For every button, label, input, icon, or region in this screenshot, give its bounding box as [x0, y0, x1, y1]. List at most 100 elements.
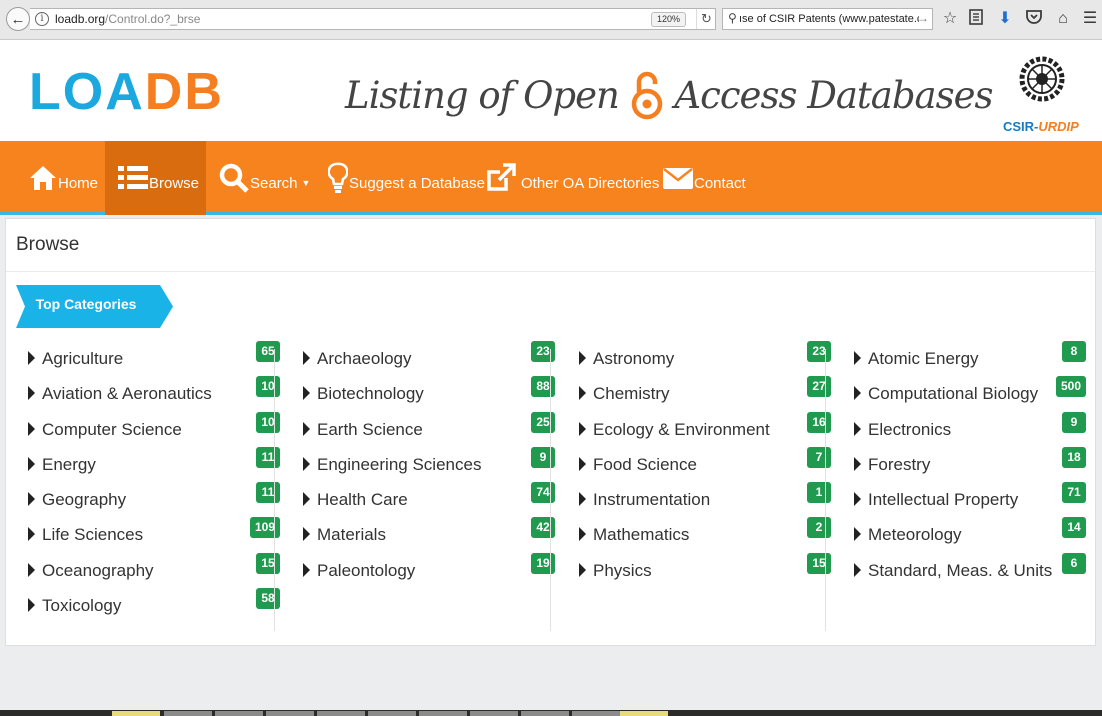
category-link[interactable]: Agriculture — [42, 349, 123, 369]
category-link[interactable]: Toxicology — [42, 596, 121, 616]
home-button-icon[interactable]: ⌂ — [1053, 9, 1073, 29]
bookmark-star-icon[interactable]: ☆ — [940, 9, 960, 29]
category-link[interactable]: Oceanography — [42, 561, 154, 581]
category-link[interactable]: Archaeology — [317, 349, 412, 369]
taskbar-item[interactable] — [215, 711, 263, 716]
taskbar-item[interactable] — [620, 711, 668, 716]
caret-right-icon — [579, 386, 586, 401]
category-link[interactable]: Physics — [593, 561, 652, 581]
category-item[interactable]: Standard, Meas. & Units 6 — [854, 552, 1086, 594]
category-link[interactable]: Mathematics — [593, 525, 689, 545]
category-item[interactable]: Astronomy 23 — [579, 341, 831, 382]
menu-icon[interactable]: ☰ — [1080, 9, 1100, 29]
taskbar-item[interactable] — [164, 711, 212, 716]
category-link[interactable]: Chemistry — [593, 384, 670, 404]
external-link-icon — [487, 163, 516, 191]
count-badge: 2 — [807, 517, 831, 539]
category-item[interactable]: Life Sciences 109 — [28, 517, 280, 558]
caret-right-icon — [854, 421, 861, 436]
category-item[interactable]: Aviation & Aeronautics 10 — [28, 376, 280, 417]
category-item[interactable]: Meteorology 14 — [854, 517, 1086, 558]
category-item[interactable]: Earth Science 25 — [303, 411, 555, 453]
download-icon[interactable]: ⬇ — [995, 9, 1015, 29]
loadb-logo[interactable]: LOADB — [29, 64, 224, 120]
category-link[interactable]: Instrumentation — [593, 490, 710, 510]
back-button[interactable]: ← — [6, 7, 30, 31]
taskbar-item[interactable] — [266, 711, 314, 716]
category-item[interactable]: Instrumentation 1 — [579, 482, 831, 523]
address-bar[interactable]: i loadb.org/Control.do?_brse 120% ↻ — [30, 8, 716, 30]
category-item[interactable]: Energy 11 — [28, 446, 280, 488]
category-item[interactable]: Food Science 7 — [579, 446, 831, 488]
category-item[interactable]: Atomic Energy 8 — [854, 341, 1086, 382]
category-link[interactable]: Earth Science — [317, 420, 423, 440]
taskbar-item[interactable] — [112, 711, 160, 716]
category-item[interactable]: Agriculture 65 — [28, 341, 280, 382]
category-link[interactable]: Meteorology — [868, 525, 962, 545]
search-go-icon[interactable]: → — [917, 11, 929, 25]
category-link[interactable]: Materials — [317, 525, 386, 545]
taskbar-item[interactable] — [368, 711, 416, 716]
column-divider — [825, 349, 826, 631]
category-link[interactable]: Food Science — [593, 455, 697, 475]
taskbar-item[interactable] — [317, 711, 365, 716]
nav-suggest-database[interactable]: Suggest a Database — [322, 141, 491, 215]
category-item[interactable]: Engineering Sciences 9 — [303, 446, 555, 488]
category-item[interactable]: Archaeology 23 — [303, 341, 555, 382]
category-link[interactable]: Electronics — [868, 420, 951, 440]
site-info-icon[interactable]: i — [35, 12, 49, 26]
nav-browse[interactable]: Browse — [105, 141, 206, 215]
category-item[interactable]: Biotechnology 88 — [303, 376, 555, 417]
category-item[interactable]: Geography 11 — [28, 482, 280, 523]
category-item[interactable]: Forestry 18 — [854, 446, 1086, 488]
count-badge: 27 — [807, 376, 831, 398]
search-query[interactable]: ıse of CSIR Patents (www.patestate.com) — [739, 13, 919, 25]
category-link[interactable]: Computational Biology — [868, 384, 1038, 404]
nav-home[interactable]: Home — [23, 141, 104, 215]
url-text[interactable]: loadb.org/Control.do?_brse — [55, 12, 200, 26]
category-link[interactable]: Forestry — [868, 455, 930, 475]
category-item[interactable]: Intellectual Property 71 — [854, 482, 1086, 523]
taskbar-item[interactable] — [419, 711, 467, 716]
category-item[interactable]: Health Care 74 — [303, 482, 555, 523]
taskbar-item[interactable] — [572, 711, 620, 716]
taskbar-item[interactable] — [521, 711, 569, 716]
category-item[interactable]: Chemistry 27 — [579, 376, 831, 417]
zoom-indicator[interactable]: 120% — [651, 12, 687, 27]
category-link[interactable]: Atomic Energy — [868, 349, 979, 369]
category-item[interactable]: Materials 42 — [303, 517, 555, 558]
reading-list-icon[interactable] — [966, 9, 986, 29]
category-item[interactable]: Physics 15 — [579, 552, 831, 594]
category-item[interactable]: Paleontology 19 — [303, 552, 555, 594]
category-link[interactable]: Energy — [42, 455, 96, 475]
category-link[interactable]: Biotechnology — [317, 384, 424, 404]
category-link[interactable]: Ecology & Environment — [593, 420, 770, 440]
category-link[interactable]: Paleontology — [317, 561, 415, 581]
category-item[interactable]: Toxicology 58 — [28, 588, 280, 629]
taskbar-item[interactable] — [470, 711, 518, 716]
reload-icon[interactable]: ↻ — [696, 9, 716, 29]
category-column-1: Agriculture 65 Aviation & Aeronautics 10 Com… — [28, 341, 280, 629]
category-link[interactable]: Engineering Sciences — [317, 455, 481, 475]
pocket-icon[interactable] — [1024, 9, 1044, 29]
category-link[interactable]: Life Sciences — [42, 525, 143, 545]
caret-right-icon — [28, 492, 35, 507]
category-item[interactable]: Mathematics 2 — [579, 517, 831, 558]
category-item[interactable]: Computational Biology 500 — [854, 376, 1086, 417]
category-link[interactable]: Health Care — [317, 490, 408, 510]
category-link[interactable]: Aviation & Aeronautics — [42, 384, 212, 404]
category-item[interactable]: Computer Science 10 — [28, 411, 280, 453]
site-tagline: Listing of Open Access Databases — [345, 70, 993, 120]
category-link[interactable]: Standard, Meas. & Units — [868, 561, 1052, 581]
nav-other-oa-directories[interactable]: Other OA Directories — [480, 141, 665, 215]
search-bar[interactable]: ⚲ ıse of CSIR Patents (www.patestate.com… — [722, 8, 933, 30]
category-link[interactable]: Computer Science — [42, 420, 182, 440]
category-item[interactable]: Ecology & Environment 16 — [579, 411, 831, 453]
category-link[interactable]: Astronomy — [593, 349, 674, 369]
nav-contact[interactable]: Contact — [657, 141, 752, 215]
category-item[interactable]: Oceanography 15 — [28, 552, 280, 594]
category-link[interactable]: Intellectual Property — [868, 490, 1018, 510]
category-link[interactable]: Geography — [42, 490, 126, 510]
category-item[interactable]: Electronics 9 — [854, 411, 1086, 453]
nav-search[interactable]: Search ▼ — [213, 141, 316, 215]
